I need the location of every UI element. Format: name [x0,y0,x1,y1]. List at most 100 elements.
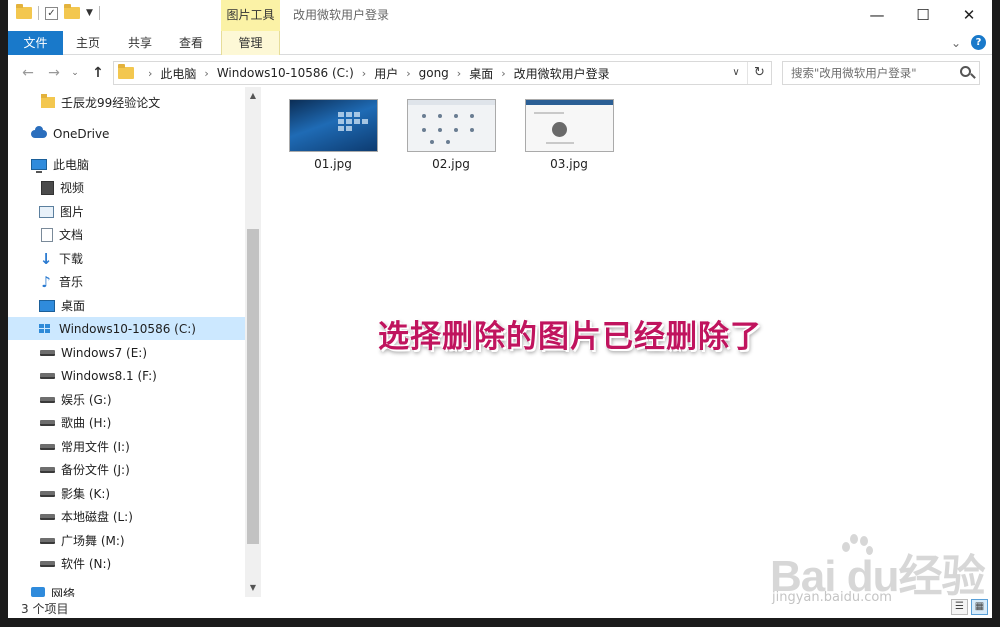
up-button[interactable]: ↑ [88,63,108,83]
folder-icon [16,4,32,19]
breadcrumb-item[interactable]: 此电脑 [160,65,196,82]
drive-icon [40,443,55,450]
navigation-pane: 壬辰龙99经验论文 OneDrive 此电脑 视频 图片 文档 ↓ 下载 ♪ 音… [8,87,261,597]
nav-item-drive-i[interactable]: 常用文件 (I:) [8,435,245,458]
nav-item-label: 音乐 [59,275,84,289]
maximize-button[interactable]: ☐ [900,0,946,31]
nav-item-drive-g[interactable]: 娱乐 (G:) [8,388,245,411]
tab-view[interactable]: 查看 [171,31,211,55]
forward-button[interactable]: → [44,63,64,83]
file-item[interactable]: 03.jpg [520,99,618,185]
drive-icon [40,560,55,567]
minimize-button[interactable]: — [854,0,900,31]
baidu-jingyan-watermark: Bai du经验 jingyan.baidu.com [770,528,985,608]
nav-item-documents[interactable]: 文档 [8,223,245,246]
drive-icon [40,396,55,403]
scroll-up-icon[interactable]: ▲ [245,89,261,103]
nav-item-label: Windows7 (E:) [61,345,148,360]
breadcrumb-item[interactable]: gong [419,66,449,80]
close-button[interactable]: ✕ [946,0,992,31]
watermark-url: jingyan.baidu.com [772,590,892,605]
file-item[interactable]: 02.jpg [402,99,500,185]
breadcrumb-item[interactable]: 用户 [374,65,398,82]
file-item[interactable]: 01.jpg [284,99,382,185]
nav-item-label: 壬辰龙99经验论文 [61,96,161,110]
quick-access-toolbar: ✓ ▼ [16,4,100,20]
tab-share[interactable]: 共享 [120,31,160,55]
nav-item-videos[interactable]: 视频 [8,176,245,199]
nav-item-drive-m[interactable]: 广场舞 (M:) [8,529,245,552]
properties-icon[interactable]: ✓ [45,6,58,20]
back-button[interactable]: ← [18,63,38,83]
address-bar[interactable]: › 此电脑 › Windows10-10586 (C:) › 用户 › gong… [113,61,772,85]
nav-item-label: OneDrive [53,126,110,141]
nav-item-pictures[interactable]: 图片 [8,200,245,223]
nav-item-label: 桌面 [61,299,86,313]
window-controls: — ☐ ✕ [854,0,992,31]
drive-icon [40,490,55,497]
file-name: 01.jpg [314,157,352,171]
nav-scrollbar[interactable]: ▲ ▼ [245,87,261,597]
separator [38,6,39,20]
tab-home[interactable]: 主页 [68,31,108,55]
nav-item-downloads[interactable]: ↓ 下载 [8,247,245,270]
scroll-down-icon[interactable]: ▼ [245,581,261,595]
tab-manage[interactable]: 管理 [221,31,280,55]
nav-item-pinned-folder[interactable]: 壬辰龙99经验论文 [8,91,245,114]
search-input[interactable]: 搜索"改用微软用户登录" [782,61,980,85]
search-placeholder: 搜索"改用微软用户登录" [791,66,917,80]
nav-item-label: 本地磁盘 (L:) [61,510,133,524]
nav-item-desktop[interactable]: 桌面 [8,294,245,317]
nav-item-drive-k[interactable]: 影集 (K:) [8,482,245,505]
folder-icon [41,94,55,108]
nav-item-label: 下载 [59,252,84,266]
breadcrumb-item[interactable]: 桌面 [469,65,493,82]
nav-item-label: 影集 (K:) [61,487,111,501]
nav-item-label: 软件 (N:) [61,557,112,571]
help-icon[interactable]: ? [971,35,986,50]
nav-item-drive-f[interactable]: Windows8.1 (F:) [8,364,245,387]
nav-item-label: 视频 [60,181,85,195]
network-icon [31,587,45,597]
item-count: 3 个项目 [21,602,69,616]
download-icon: ↓ [39,249,53,268]
breadcrumb-separator: › [204,66,209,80]
drive-icon [40,513,55,520]
new-folder-icon[interactable] [64,4,80,19]
explorer-window: ✓ ▼ 图片工具 改用微软用户登录 — ☐ ✕ 文件 主页 共享 查看 管理 ⌄… [8,0,992,618]
scrollbar-thumb[interactable] [247,229,259,544]
nav-item-this-pc[interactable]: 此电脑 [8,153,245,176]
picture-tools-group: 图片工具 [221,0,280,31]
overlay-caption: 选择删除的图片已经删除了 [378,319,762,355]
tab-file[interactable]: 文件 [8,31,63,55]
nav-item-onedrive[interactable]: OneDrive [8,122,245,145]
nav-item-drive-h[interactable]: 歌曲 (H:) [8,411,245,434]
nav-item-music[interactable]: ♪ 音乐 [8,270,245,293]
breadcrumb-item[interactable]: Windows10-10586 (C:) [217,66,354,80]
nav-item-label: 网络 [51,587,76,597]
nav-item-network[interactable]: 网络 [8,583,245,597]
computer-icon [31,159,47,173]
nav-item-drive-j[interactable]: 备份文件 (J:) [8,458,245,481]
nav-item-drive-l[interactable]: 本地磁盘 (L:) [8,505,245,528]
nav-item-label: Windows10-10586 (C:) [59,321,196,336]
breadcrumb-separator: › [406,66,411,80]
search-icon[interactable] [960,66,971,77]
nav-item-drive-e[interactable]: Windows7 (E:) [8,341,245,364]
nav-item-label: 文档 [59,228,84,242]
drive-icon [40,537,55,544]
drive-icon [40,372,55,379]
pictures-icon [39,205,54,218]
refresh-button[interactable]: ↻ [747,62,771,84]
breadcrumb-item[interactable]: 改用微软用户登录 [514,65,610,82]
system-drive-icon [39,323,53,334]
file-name: 03.jpg [550,157,588,171]
nav-item-drive-c[interactable]: Windows10-10586 (C:) [8,317,245,340]
address-dropdown-icon[interactable]: ∨ [727,62,745,84]
qat-dropdown-icon[interactable]: ▼ [86,8,93,18]
nav-item-drive-n[interactable]: 软件 (N:) [8,552,245,575]
separator [98,6,100,20]
recent-locations-dropdown[interactable]: ⌄ [68,63,82,83]
expand-ribbon-icon[interactable]: ⌄ [951,36,961,50]
nav-item-label: 常用文件 (I:) [61,440,130,454]
